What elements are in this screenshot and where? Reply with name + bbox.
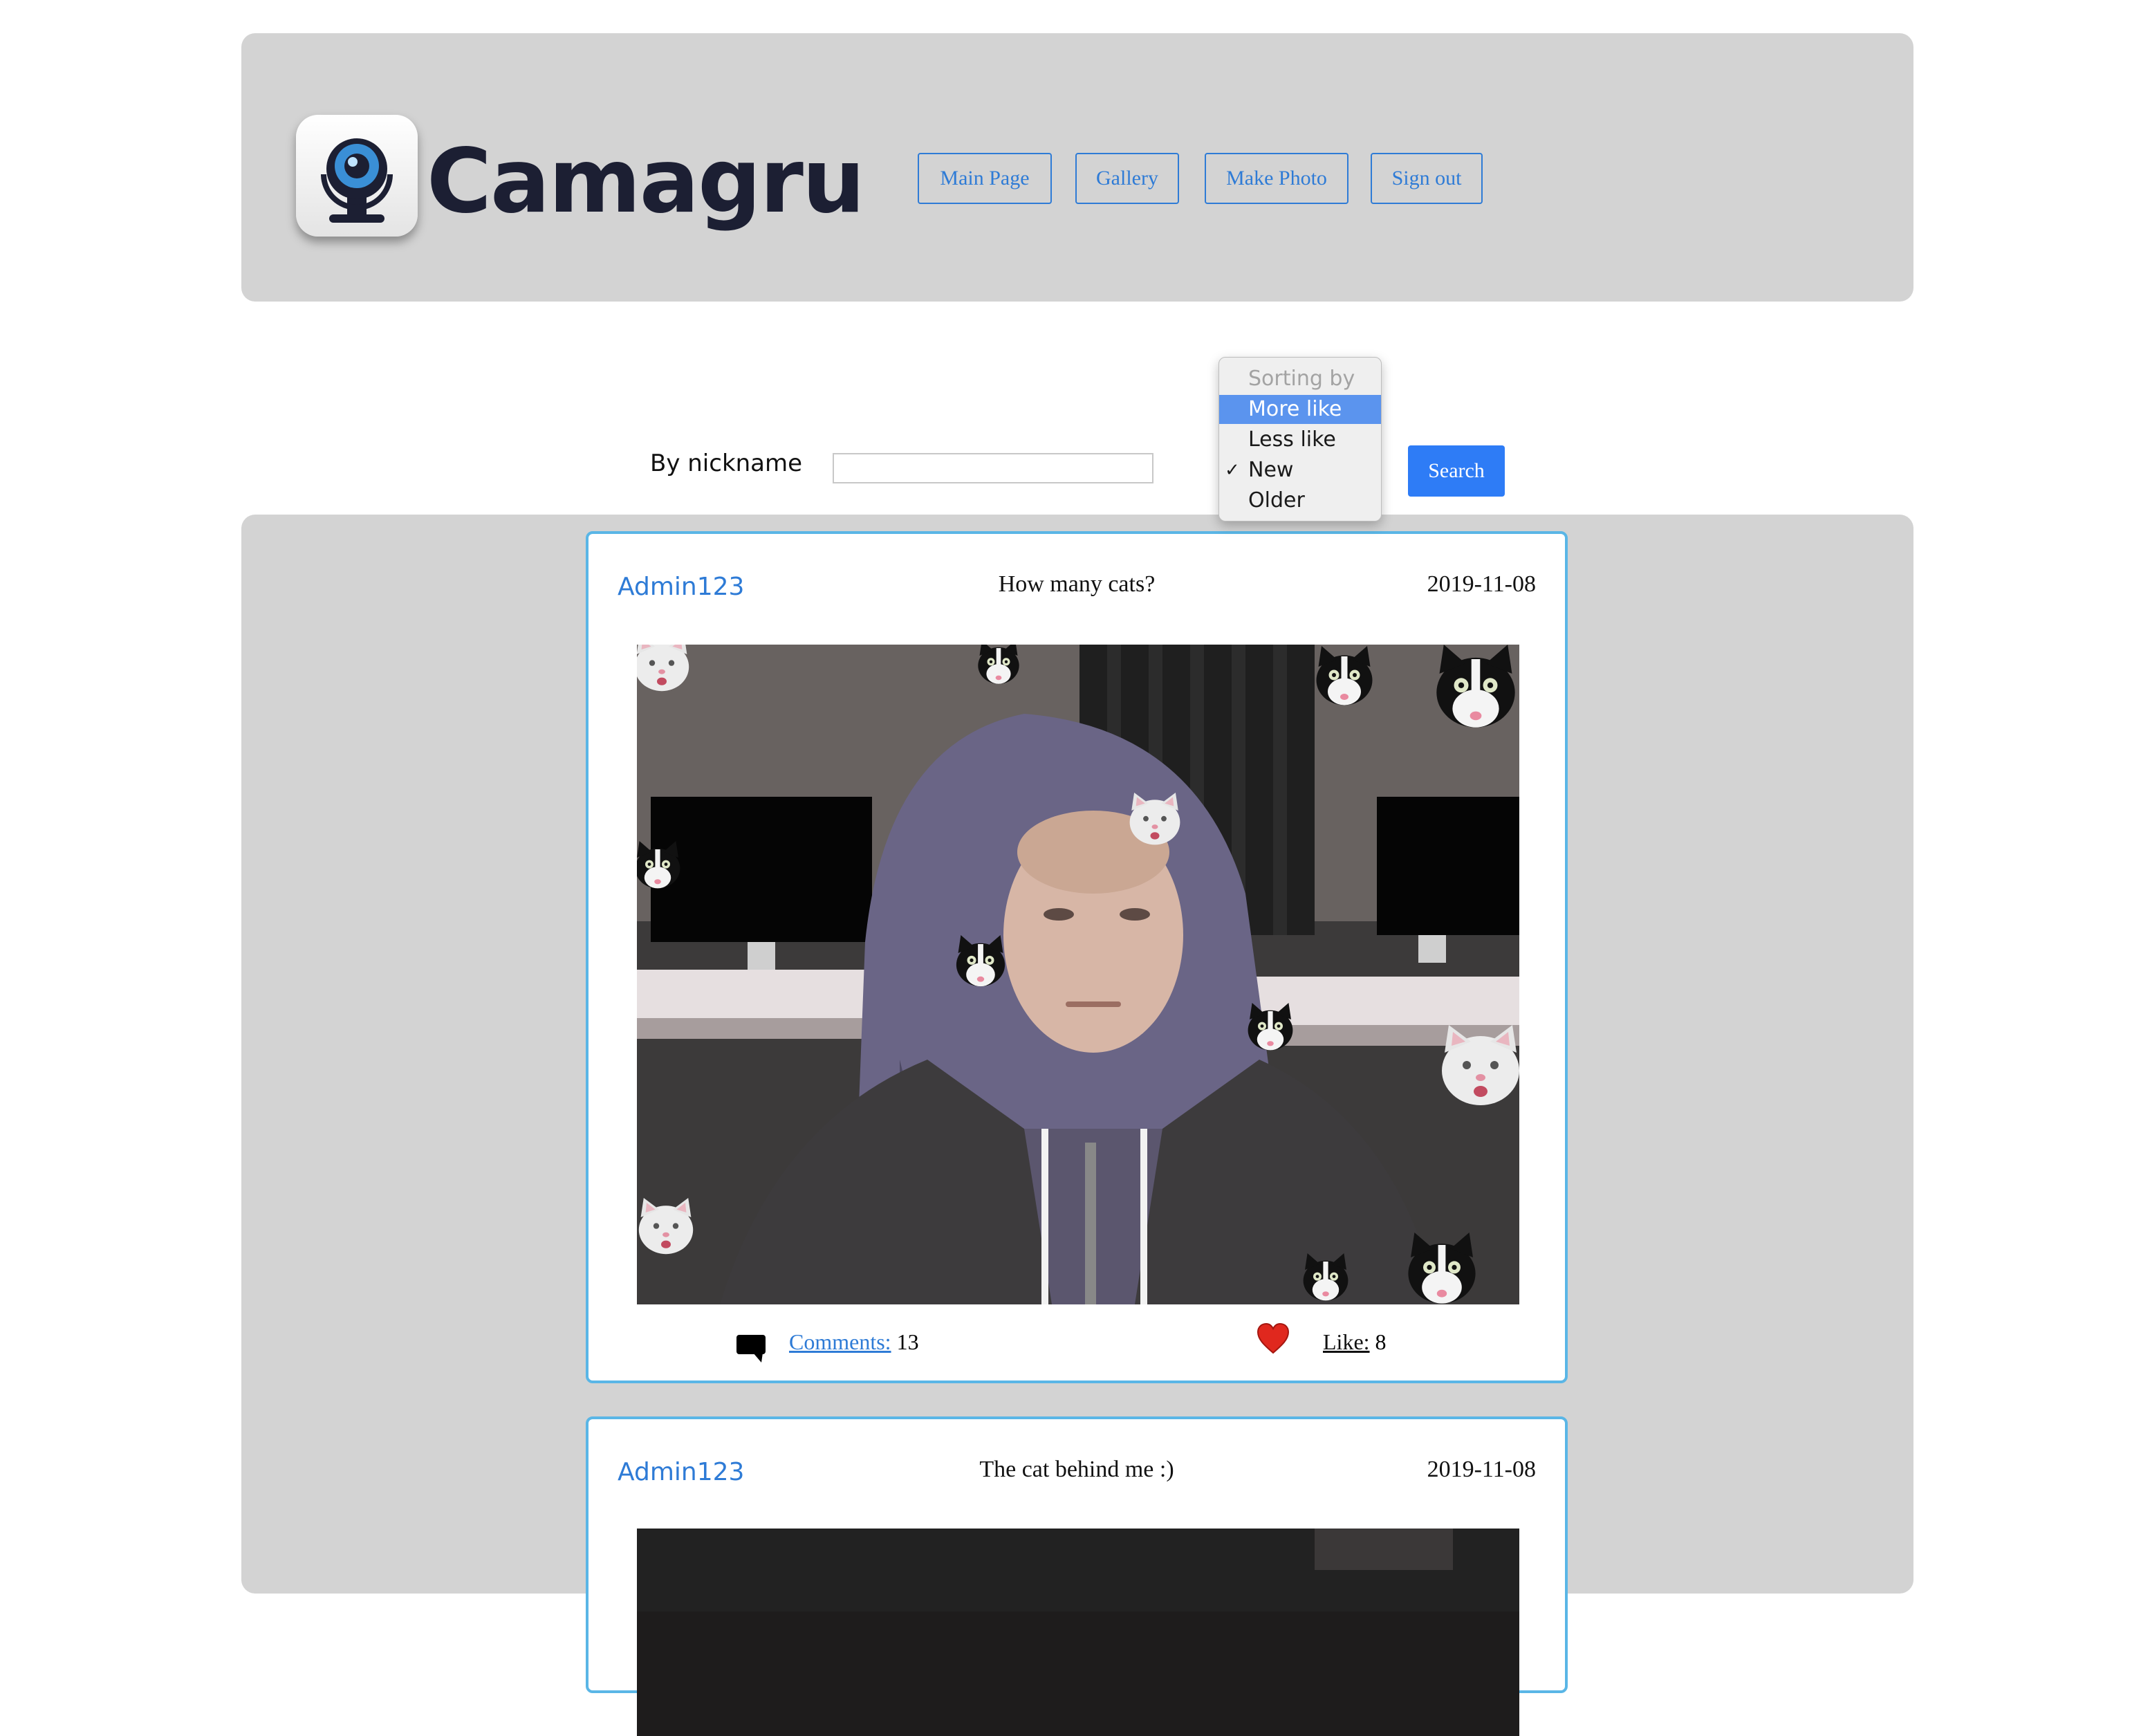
post-date: 2019-11-08: [1427, 571, 1536, 597]
post-caption: How many cats?: [998, 571, 1156, 597]
like-link[interactable]: Like:: [1323, 1329, 1370, 1354]
comments-row: Comments: 13: [789, 1329, 919, 1355]
like-row: Like: 8: [1323, 1329, 1387, 1355]
nav-make-photo-button[interactable]: Make Photo: [1205, 153, 1348, 204]
nav-gallery-button[interactable]: Gallery: [1075, 153, 1179, 204]
sort-option-less-like[interactable]: Less like: [1219, 425, 1381, 454]
sort-dropdown[interactable]: Sorting by More like Less like ✓ New Old…: [1218, 357, 1382, 521]
sort-option-older[interactable]: Older: [1219, 486, 1381, 515]
nav-sign-out-button[interactable]: Sign out: [1371, 153, 1483, 204]
sort-option-new-label: New: [1248, 458, 1294, 482]
search-button[interactable]: Search: [1408, 445, 1505, 497]
post-photo[interactable]: [637, 645, 1519, 1304]
post-date: 2019-11-08: [1427, 1457, 1536, 1482]
nickname-filter-label: By nickname: [650, 450, 803, 477]
app-logo-title[interactable]: Camagru: [427, 130, 865, 234]
like-heart-icon[interactable]: [1257, 1322, 1290, 1360]
post-card: Admin123 How many cats? 2019-11-08 Comme…: [586, 531, 1568, 1383]
nickname-search-input[interactable]: [833, 453, 1153, 483]
checkmark-icon: ✓: [1225, 460, 1240, 481]
site-header: Camagru Main Page Gallery Make Photo Sig…: [241, 33, 1913, 302]
comments-count: 13: [896, 1329, 919, 1354]
gallery-container: Admin123 How many cats? 2019-11-08 Comme…: [241, 515, 1913, 1736]
post-photo[interactable]: [637, 1529, 1519, 1736]
sort-option-new[interactable]: ✓ New: [1219, 456, 1381, 485]
like-count: 8: [1375, 1329, 1387, 1354]
webcam-logo-icon[interactable]: [296, 115, 418, 237]
post-caption: The cat behind me :): [979, 1457, 1174, 1482]
post-card: Admin123 The cat behind me :) 2019-11-08: [586, 1416, 1568, 1736]
nav-main-page-button[interactable]: Main Page: [918, 153, 1052, 204]
sort-option-header: Sorting by: [1248, 367, 1355, 391]
sort-option-more-like[interactable]: More like: [1219, 395, 1381, 424]
comments-link[interactable]: Comments:: [789, 1329, 891, 1354]
comment-icon[interactable]: [736, 1335, 766, 1368]
